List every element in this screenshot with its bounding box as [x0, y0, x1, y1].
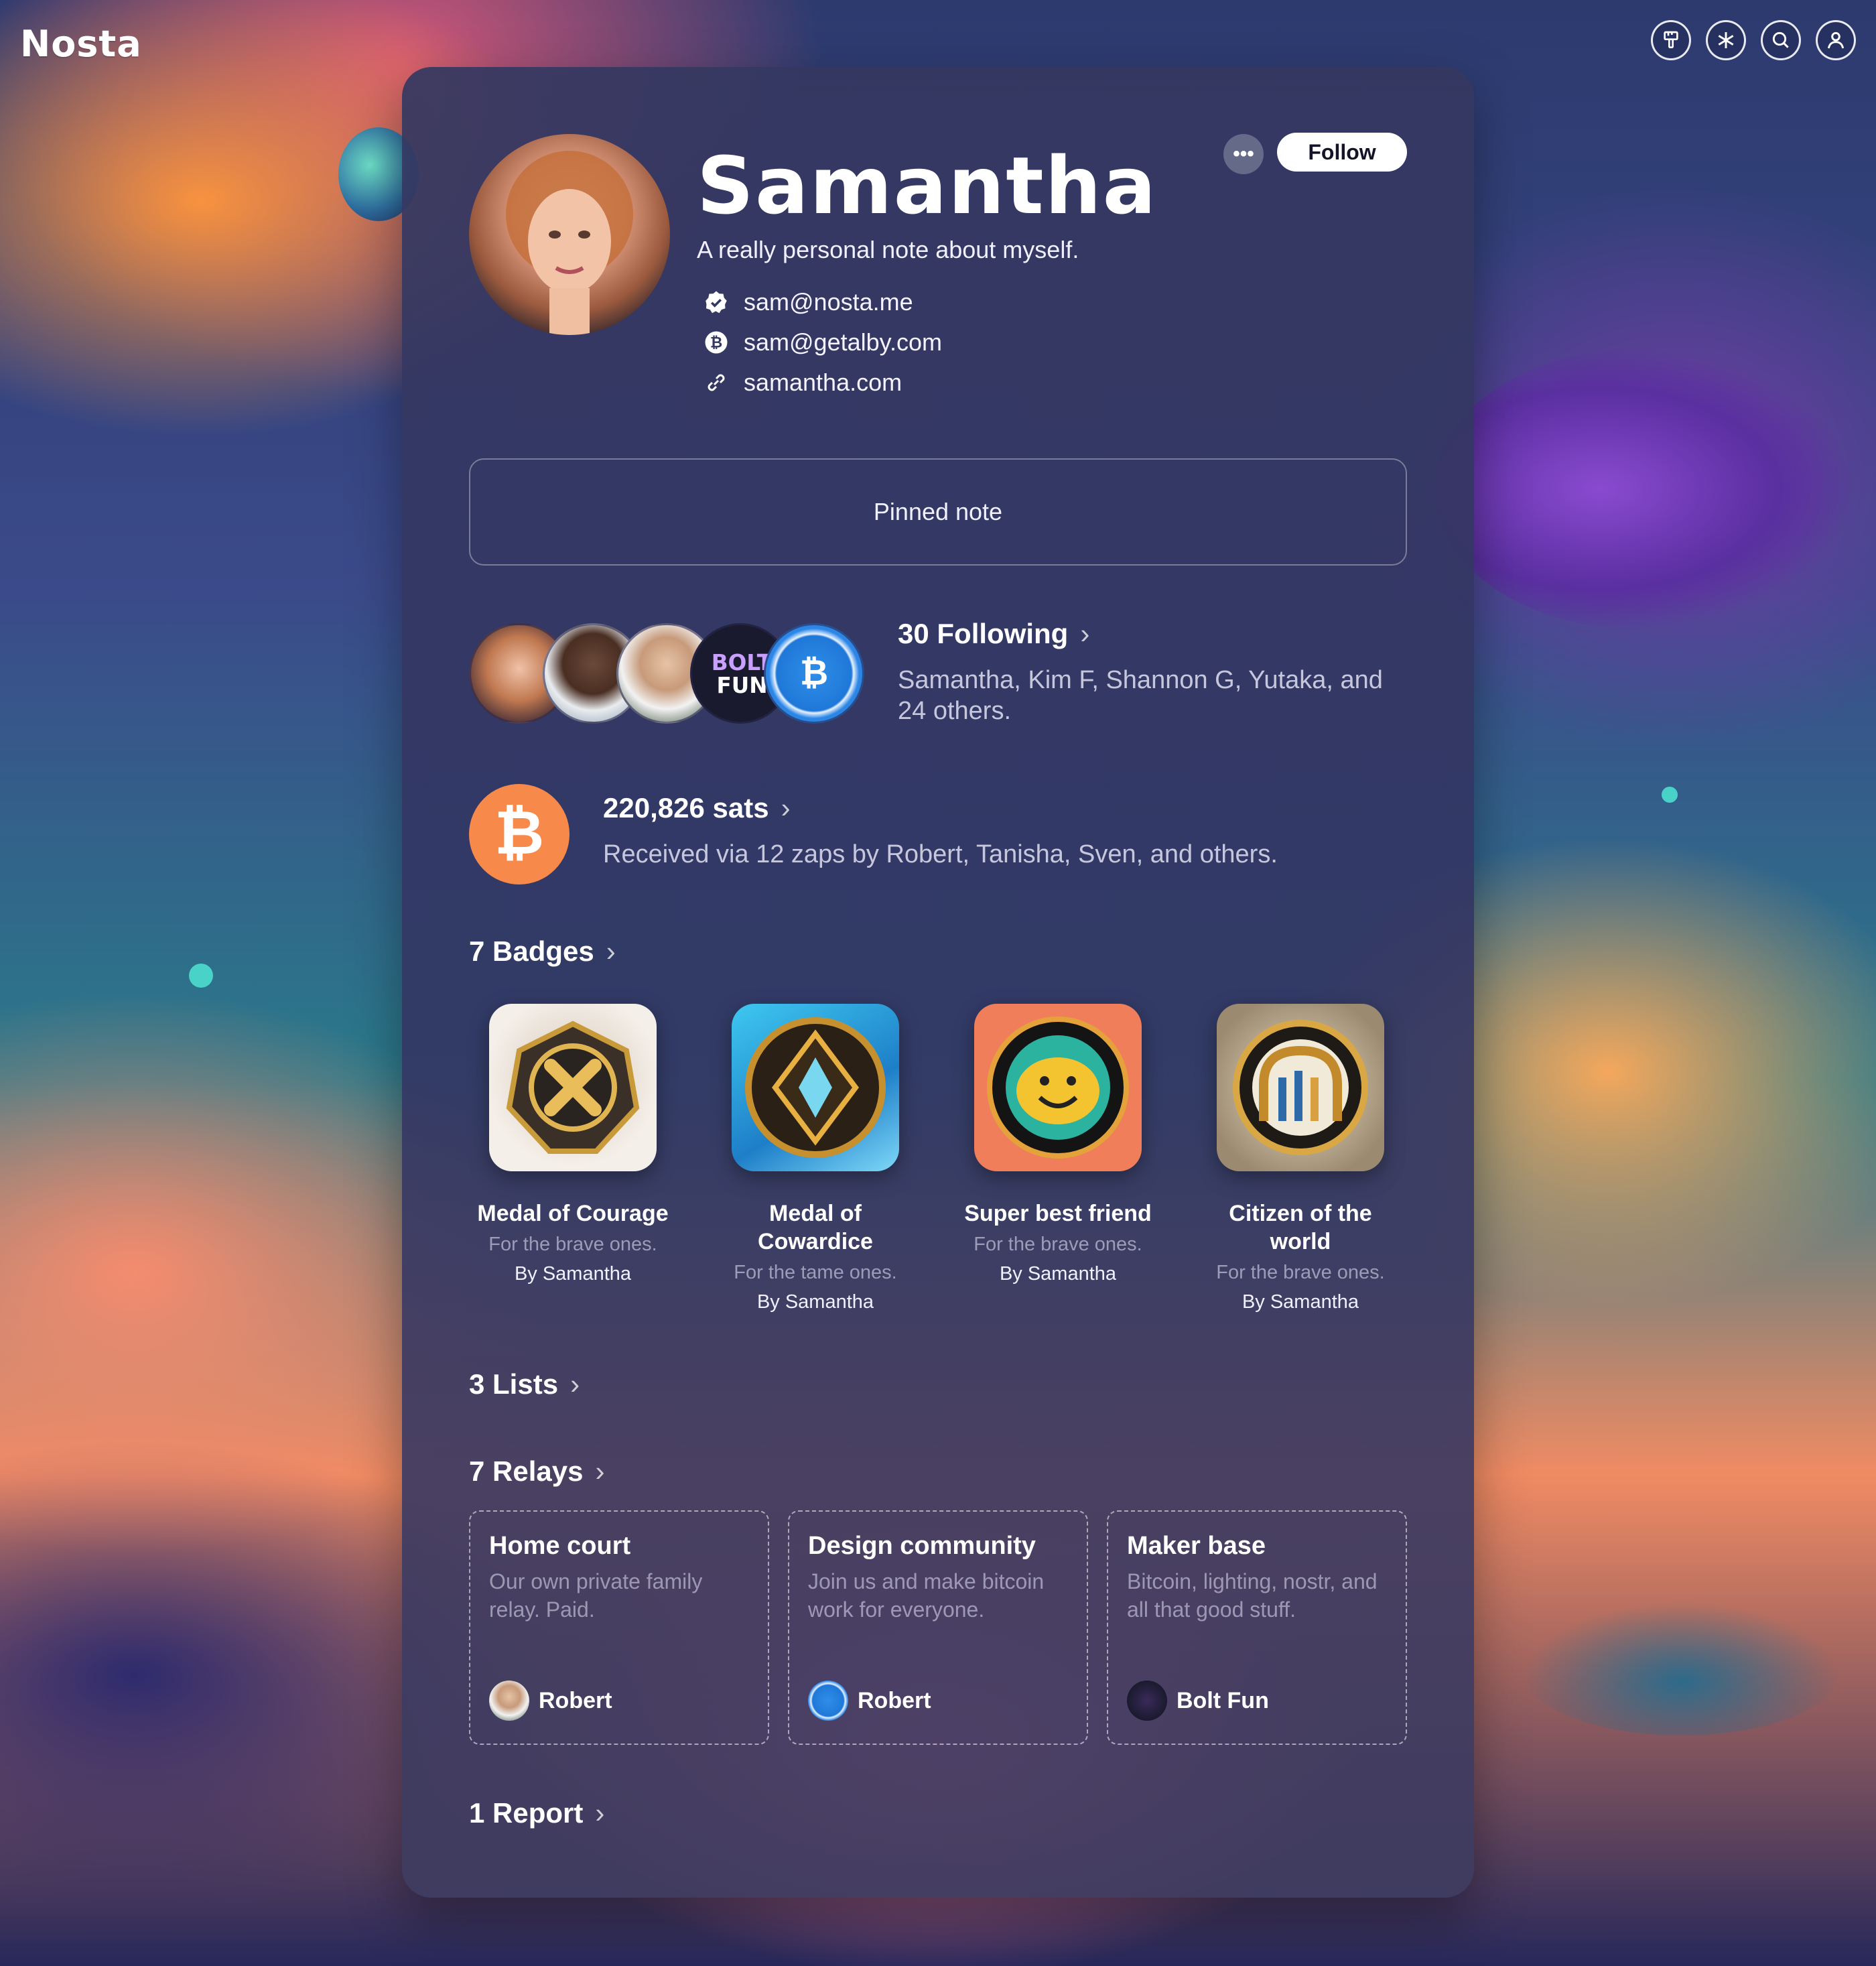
relay-title: Home court [489, 1532, 631, 1560]
nip05-address: sam@nosta.me [744, 288, 913, 316]
verified-check-icon [704, 289, 729, 315]
svg-text:₿: ₿ [800, 653, 828, 693]
avatar [489, 1681, 529, 1721]
medal-smiley-icon [974, 1004, 1142, 1171]
nip05-row[interactable]: sam@nosta.me [704, 288, 913, 316]
badge-author: By Samantha [1242, 1291, 1359, 1313]
profile-bio: A really personal note about myself. [697, 236, 1079, 263]
profile-avatar [469, 134, 670, 335]
link-icon [704, 370, 729, 395]
bitcoin-icon: ₿ [704, 330, 729, 355]
medal-pillars-icon [1217, 1004, 1384, 1171]
relay-title: Design community [808, 1532, 1036, 1560]
island-silhouette [1521, 1601, 1842, 1735]
svg-text:₿: ₿ [494, 797, 544, 868]
badge-description: For the brave ones. [974, 1234, 1142, 1255]
top-toolbar [1651, 20, 1856, 60]
lists-link[interactable]: 3 Lists › [469, 1368, 580, 1400]
badge-grid: Medal of Courage For the brave ones. By … [469, 1004, 1440, 1325]
lightning-row[interactable]: ₿ sam@getalby.com [704, 328, 942, 356]
avatar [808, 1681, 848, 1721]
zaps-title: 220,826 sats [603, 792, 769, 824]
relay-description: Bitcoin, lighting, nostr, and all that g… [1127, 1569, 1378, 1622]
badge-author: By Samantha [514, 1263, 632, 1285]
badge-description: For the tame ones. [734, 1262, 897, 1283]
relay-owner-name: Bolt Fun [1177, 1687, 1269, 1713]
lists-title: 3 Lists [469, 1368, 559, 1400]
following-link[interactable]: 30 Following › [898, 618, 1089, 650]
pinned-note-label: Pinned note [873, 498, 1003, 525]
zaps-summary: Received via 12 zaps by Robert, Tanisha,… [603, 840, 1278, 868]
badge-card[interactable]: Medal of Courage For the brave ones. By … [472, 1004, 673, 1289]
search-icon[interactable] [1761, 20, 1801, 60]
ringed-planet-decoration [1434, 348, 1849, 630]
relay-owner[interactable]: Robert [808, 1681, 931, 1721]
star-dot [189, 964, 213, 988]
svg-text:FUN: FUN [716, 673, 767, 698]
pinned-note[interactable]: Pinned note [469, 458, 1407, 566]
following-title: 30 Following [898, 618, 1069, 649]
avatar: ₿ [764, 623, 864, 724]
relay-card[interactable]: Design community Join us and make bitcoi… [788, 1510, 1088, 1745]
chevron-right-icon: › [595, 1797, 605, 1829]
badge-description: For the brave ones. [1216, 1262, 1385, 1283]
user-icon[interactable] [1816, 20, 1856, 60]
avatar [1127, 1681, 1167, 1721]
zaps-link[interactable]: 220,826 sats › [603, 792, 791, 824]
reports-link[interactable]: 1 Report › [469, 1797, 604, 1829]
website-row[interactable]: samantha.com [704, 369, 902, 397]
relay-description: Our own private family relay. Paid. [489, 1569, 703, 1622]
relay-owner[interactable]: Robert [489, 1681, 612, 1721]
relay-card[interactable]: Maker base Bitcoin, lighting, nostr, and… [1107, 1510, 1407, 1745]
medal-x-icon [489, 1004, 657, 1171]
badge-card[interactable]: Citizen of the world For the brave ones.… [1200, 1004, 1401, 1317]
badge-author: By Samantha [999, 1263, 1117, 1285]
star-dot [1662, 787, 1678, 803]
relay-description: Join us and make bitcoin work for everyo… [808, 1569, 1045, 1622]
badge-author: By Samantha [756, 1291, 874, 1313]
relays-title: 7 Relays [469, 1455, 584, 1487]
profile-card: Samantha A really personal note about my… [402, 67, 1474, 1898]
more-options-button[interactable]: ••• [1223, 134, 1264, 174]
chevron-right-icon: › [1080, 618, 1090, 649]
badge-title: Medal of Cowardice [758, 1201, 873, 1254]
following-avatar-stack[interactable]: BOLT FUN ₿ [469, 623, 871, 724]
badges-title: 7 Badges [469, 935, 594, 967]
sparkle-icon[interactable] [1706, 20, 1746, 60]
app-logo[interactable]: Nosta [20, 23, 142, 65]
relay-card[interactable]: Home court Our own private family relay.… [469, 1510, 769, 1745]
website-link: samantha.com [744, 369, 902, 396]
follow-button[interactable]: Follow [1277, 133, 1407, 172]
badge-title: Citizen of the world [1229, 1201, 1372, 1254]
badge-title: Medal of Courage [477, 1201, 669, 1226]
relay-owner-name: Robert [539, 1687, 612, 1713]
lightning-address: sam@getalby.com [744, 328, 942, 356]
paintbrush-icon[interactable] [1651, 20, 1691, 60]
chevron-right-icon: › [606, 935, 616, 967]
relay-title: Maker base [1127, 1532, 1266, 1560]
chevron-right-icon: › [570, 1368, 580, 1400]
badge-description: For the brave ones. [488, 1234, 657, 1255]
bitcoin-icon: ₿ [469, 784, 570, 884]
chevron-right-icon: › [781, 792, 791, 824]
badge-card[interactable]: Super best friend For the brave ones. By… [957, 1004, 1158, 1289]
profile-name: Samantha [697, 139, 1158, 232]
relays-link[interactable]: 7 Relays › [469, 1455, 604, 1488]
chevron-right-icon: › [595, 1455, 605, 1487]
badge-card[interactable]: Medal of Cowardice For the tame ones. By… [715, 1004, 916, 1317]
relay-owner[interactable]: Bolt Fun [1127, 1681, 1269, 1721]
medal-diamond-icon [732, 1004, 899, 1171]
badge-title: Super best friend [964, 1201, 1152, 1226]
reports-title: 1 Report [469, 1797, 584, 1829]
badges-link[interactable]: 7 Badges › [469, 935, 616, 968]
following-summary: Samantha, Kim F, Shannon G, Yutaka, and … [898, 666, 1383, 725]
svg-text:₿: ₿ [710, 334, 722, 352]
relay-owner-name: Robert [858, 1687, 931, 1713]
